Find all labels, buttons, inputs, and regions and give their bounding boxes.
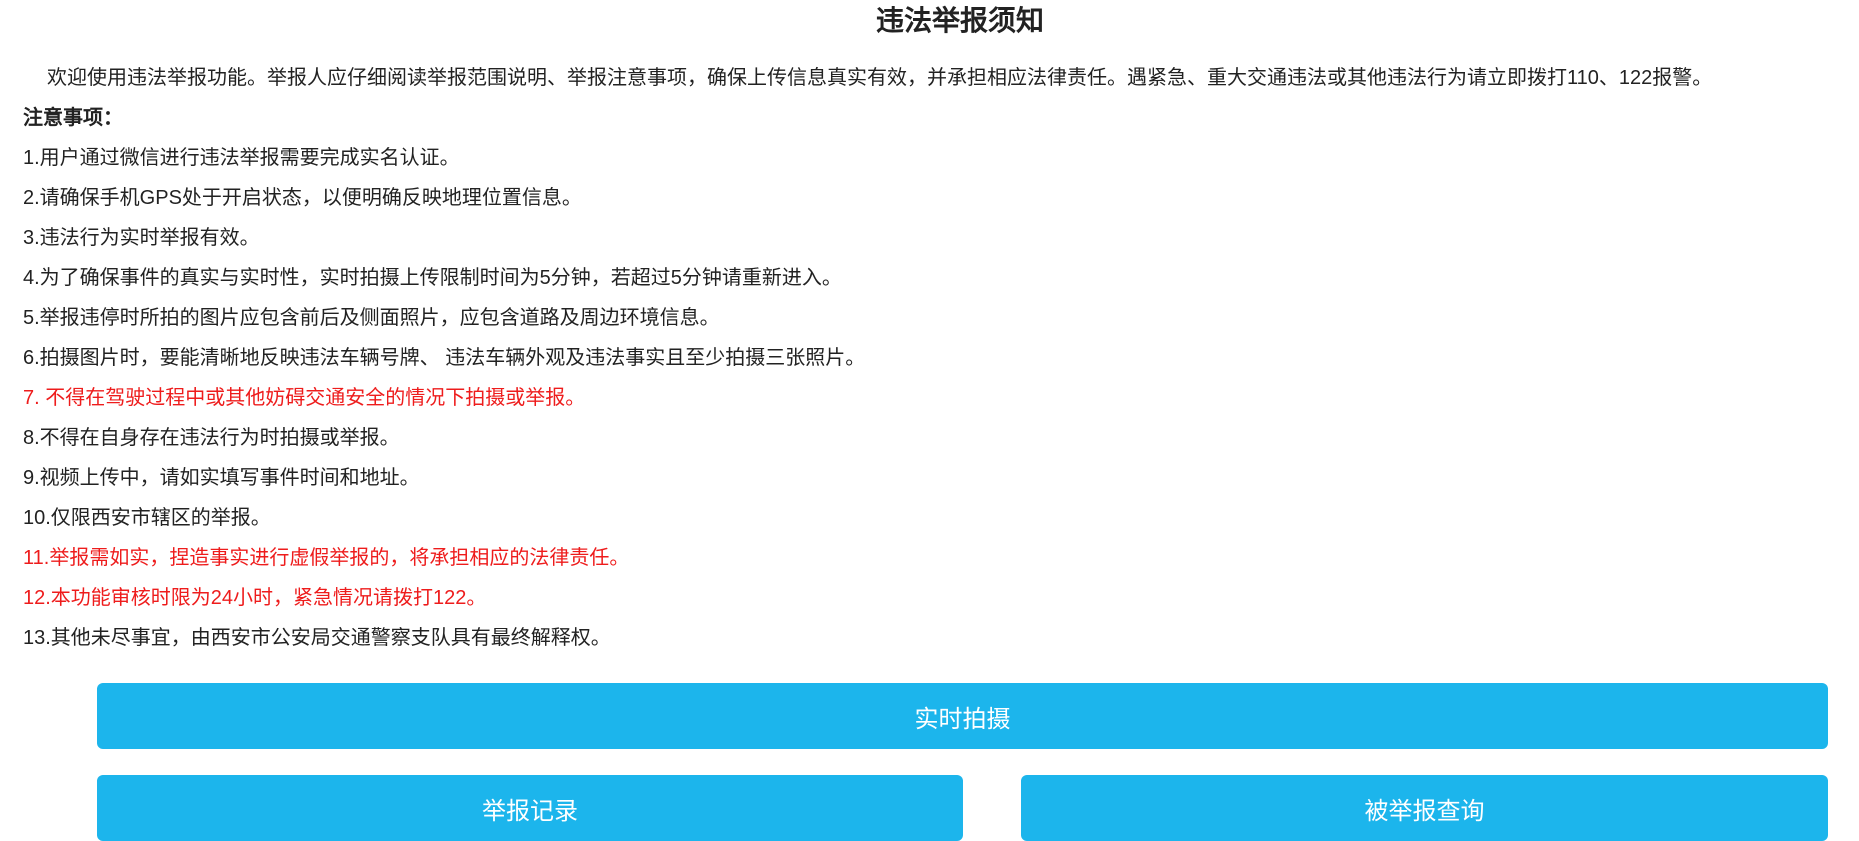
notice-item-4: 4.为了确保事件的真实与实时性，实时拍摄上传限制时间为5分钟，若超过5分钟请重新… (23, 267, 842, 289)
notice-item-10: 10.仅限西安市辖区的举报。 (23, 507, 271, 529)
notice-item-6: 6.拍摄图片时，要能清晰地反映违法车辆号牌、 违法车辆外观及违法事实且至少拍摄三… (23, 347, 866, 369)
notice-item-13: 13.其他未尽事宜，由西安市公安局交通警察支队具有最终解释权。 (23, 627, 611, 649)
report-records-button[interactable]: 举报记录 (97, 775, 963, 841)
notice-body: 欢迎使用违法举报功能。举报人应仔细阅读举报范围说明、举报注意事项，确保上传信息真… (23, 58, 1859, 658)
notice-item-3: 3.违法行为实时举报有效。 (23, 227, 260, 249)
notice-section-label: 注意事项： (23, 107, 123, 129)
notice-intro: 欢迎使用违法举报功能。举报人应仔细阅读举报范围说明、举报注意事项，确保上传信息真… (47, 67, 1713, 89)
notice-item-1: 1.用户通过微信进行违法举报需要完成实名认证。 (23, 147, 460, 169)
capture-button[interactable]: 实时拍摄 (97, 683, 1828, 749)
notice-item-7-warning: 7. 不得在驾驶过程中或其他妨碍交通安全的情况下拍摄或举报。 (23, 387, 586, 409)
notice-item-8: 8.不得在自身存在违法行为时拍摄或举报。 (23, 427, 400, 449)
notice-item-11-warning: 11.举报需如实，捏造事实进行虚假举报的，将承担相应的法律责任。 (23, 547, 630, 569)
page-title: 违法举报须知 (875, 5, 1044, 36)
notice-item-9: 9.视频上传中，请如实填写事件时间和地址。 (23, 467, 420, 489)
notice-item-5: 5.举报违停时所拍的图片应包含前后及侧面照片，应包含道路及周边环境信息。 (23, 307, 720, 329)
reported-query-button[interactable]: 被举报查询 (1021, 775, 1828, 841)
notice-item-2: 2.请确保手机GPS处于开启状态，以便明确反映地理位置信息。 (23, 187, 582, 209)
notice-item-12-warning: 12.本功能审核时限为24小时，紧急情况请拨打122。 (23, 587, 487, 609)
